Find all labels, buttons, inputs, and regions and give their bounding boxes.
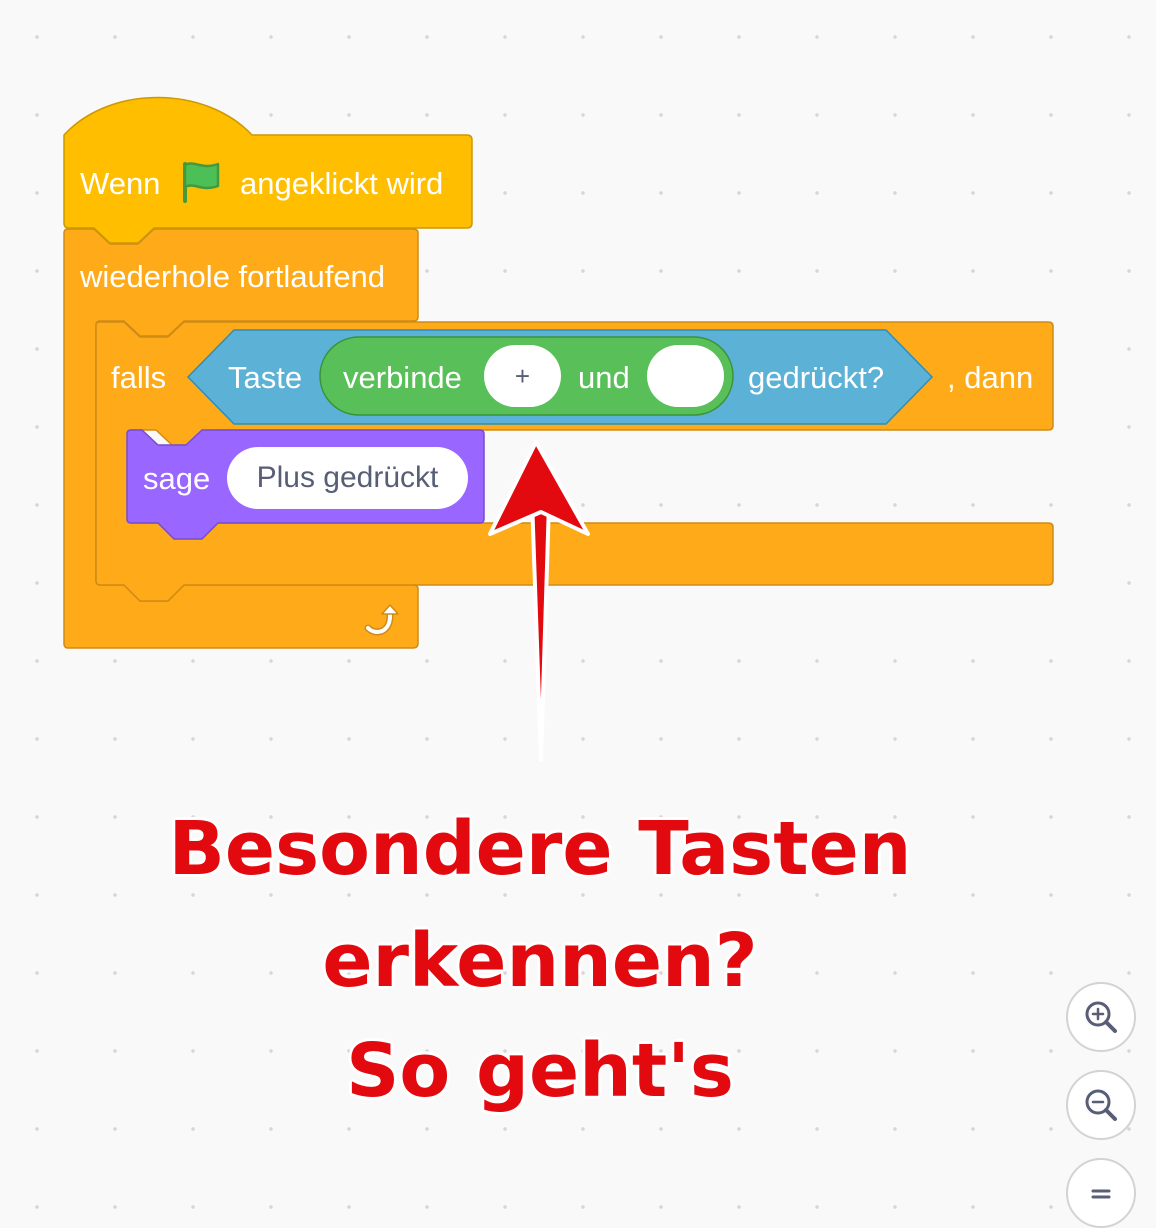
annotation-arrow: [488, 440, 590, 762]
annotation-line-3: So geht's: [346, 1028, 734, 1114]
join-input-2[interactable]: [647, 345, 724, 407]
key-label: Taste: [228, 360, 303, 395]
zoom-reset-icon: [1091, 1189, 1111, 1199]
join-label: verbinde: [343, 360, 462, 395]
pressed-label: gedrückt?: [748, 360, 885, 395]
hat-label-prefix: Wenn: [80, 166, 161, 201]
zoom-out-icon: [1085, 1089, 1117, 1121]
say-input[interactable]: Plus gedrückt: [227, 447, 468, 509]
green-flag-icon: [180, 160, 222, 209]
annotation-line-1: Besondere Tasten: [168, 806, 912, 892]
script-canvas: [63, 96, 1054, 762]
if-label: falls: [111, 360, 167, 395]
join-input-1[interactable]: +: [484, 345, 561, 407]
forever-label: wiederhole fortlaufend: [80, 259, 386, 294]
join-mid-label: und: [578, 360, 630, 395]
hat-label-suffix: angeklickt wird: [240, 166, 444, 201]
zoom-reset-button[interactable]: [1066, 1158, 1136, 1228]
annotation-line-2: erkennen?: [322, 918, 758, 1004]
zoom-in-icon: [1085, 1001, 1117, 1033]
zoom-out-button[interactable]: [1066, 1070, 1136, 1140]
then-label: , dann: [947, 360, 1034, 395]
loop-arrow-icon: [362, 602, 402, 643]
say-label: sage: [143, 461, 211, 496]
zoom-in-button[interactable]: [1066, 982, 1136, 1052]
